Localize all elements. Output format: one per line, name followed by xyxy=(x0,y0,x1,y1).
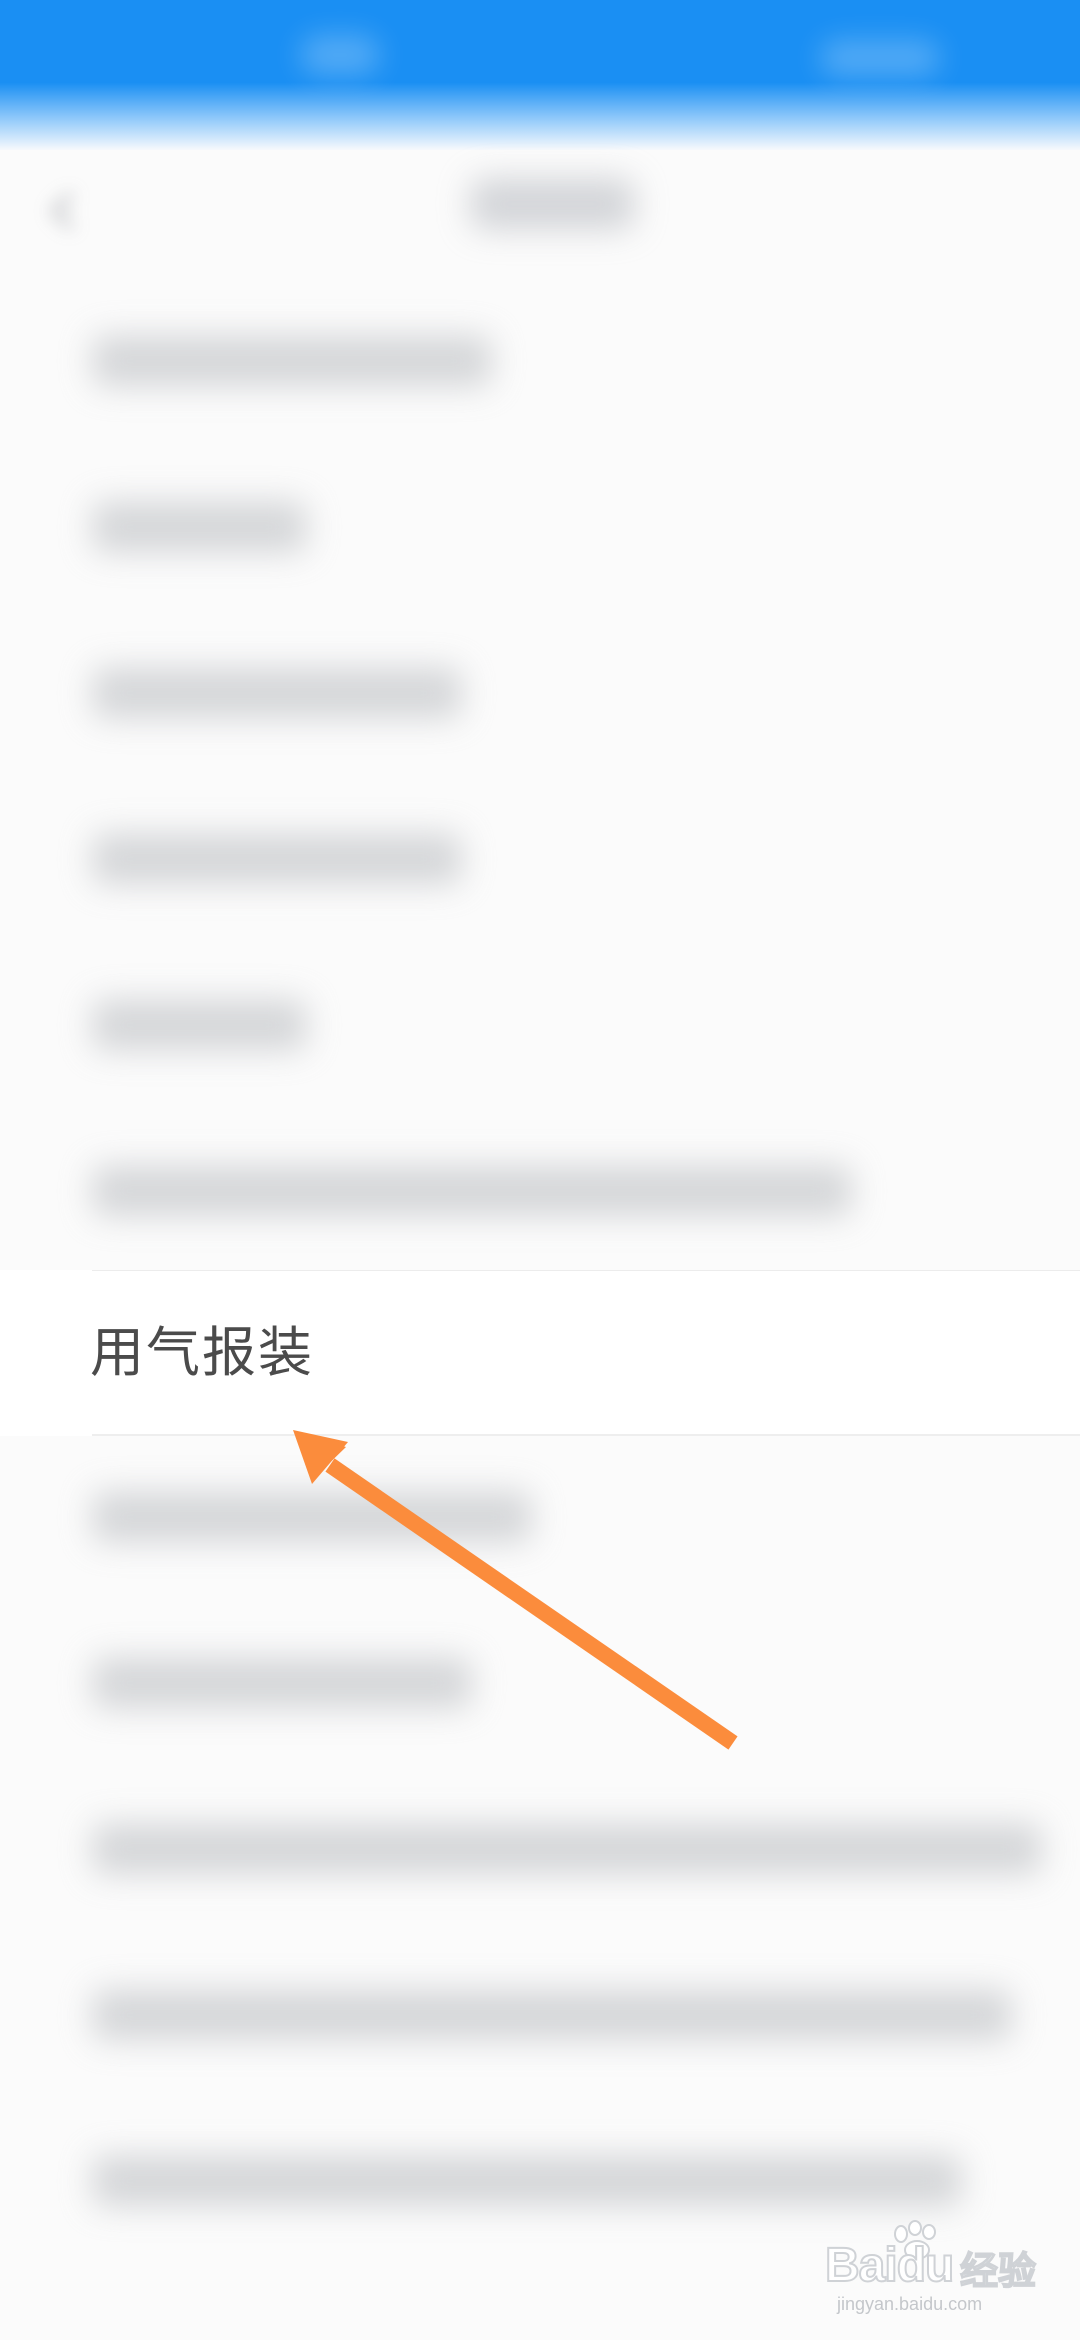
list-item[interactable] xyxy=(0,1934,1080,2100)
baidu-watermark: Baidu 经验 jingyan.baidu.com xyxy=(824,2220,1060,2320)
nav-bar xyxy=(0,150,1080,280)
watermark-url: jingyan.baidu.com xyxy=(837,2294,983,2314)
page-title xyxy=(470,178,635,230)
list-item[interactable] xyxy=(0,280,1080,446)
watermark-suffix: 经验 xyxy=(959,2248,1037,2294)
list-item-label: 用气报装 xyxy=(90,1321,314,1384)
divider xyxy=(92,1270,1080,1271)
back-arrow-icon[interactable] xyxy=(40,186,90,236)
status-bar-blur-right xyxy=(820,40,940,76)
service-list-lower xyxy=(0,1436,1080,2266)
list-item[interactable] xyxy=(0,778,1080,944)
watermark-brand: Baidu xyxy=(824,2238,955,2293)
list-item[interactable] xyxy=(0,944,1080,1110)
list-item[interactable] xyxy=(0,1436,1080,1602)
screen: 用气报装 Baidu 经验 jingyan.baidu.com xyxy=(0,0,1080,2340)
status-bar xyxy=(0,0,1080,150)
list-item[interactable] xyxy=(0,1768,1080,1934)
status-bar-blur-left xyxy=(300,35,380,75)
list-item[interactable] xyxy=(0,446,1080,612)
list-item[interactable] xyxy=(0,1602,1080,1768)
service-list xyxy=(0,280,1080,1276)
list-item-gas-installation[interactable]: 用气报装 xyxy=(0,1270,1080,1436)
list-item[interactable] xyxy=(0,1110,1080,1276)
list-item[interactable] xyxy=(0,612,1080,778)
